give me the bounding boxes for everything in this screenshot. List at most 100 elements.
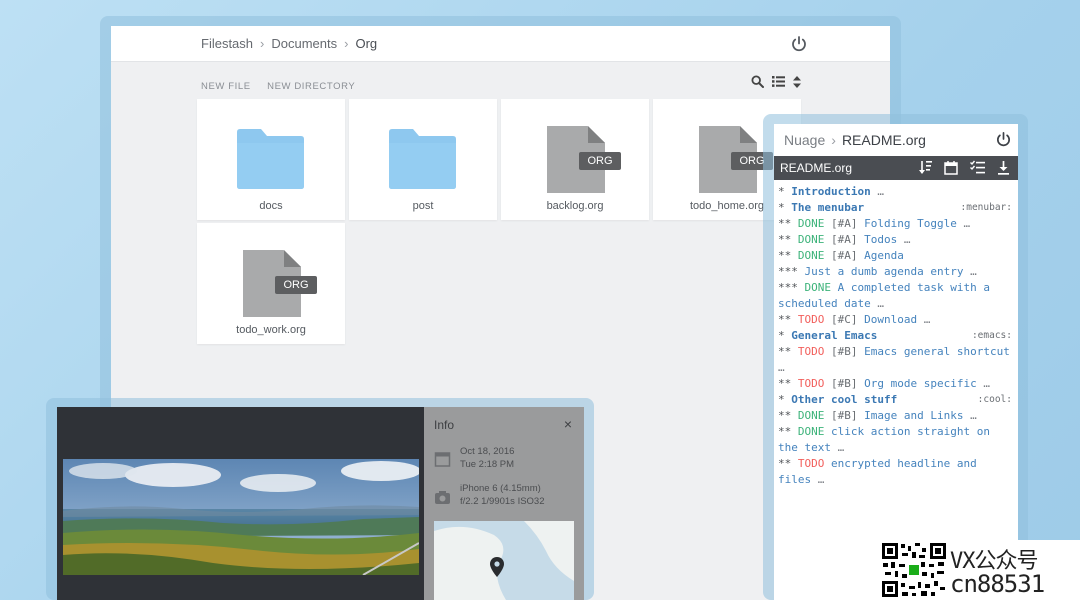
camera-meta: iPhone 6 (4.15mm) f/2.2 1/9901s ISO32: [460, 482, 545, 508]
org-headline[interactable]: ** DONE click action straight on the tex…: [778, 424, 1014, 456]
headline-tag: :cool:: [977, 394, 1012, 405]
breadcrumb-org[interactable]: Org: [355, 36, 377, 51]
org-headline[interactable]: * General Emacs:emacs:: [778, 328, 1014, 344]
headline-stars: **: [778, 313, 792, 326]
sort-down-icon[interactable]: [919, 160, 932, 175]
file-toolbar: NEW FILE NEW DIRECTORY: [201, 75, 801, 92]
headline-keyword: TODO: [797, 313, 825, 326]
breadcrumb-nuage[interactable]: Nuage: [784, 132, 825, 148]
qr-code-icon: [881, 542, 947, 598]
image-viewer-window: Info × Oct 18, 2016 Tue 2:18 PM iPhone 6…: [57, 407, 584, 600]
org-headline[interactable]: ** TODO [#B] Emacs general shortcut …: [778, 344, 1014, 376]
search-icon[interactable]: [751, 75, 764, 88]
headline-keyword: DONE: [797, 217, 825, 230]
calendar-icon[interactable]: [944, 160, 958, 175]
headline-stars: *: [778, 201, 785, 214]
org-headline[interactable]: * Introduction …: [778, 184, 1014, 200]
headline-ellipsis: …: [897, 233, 911, 246]
chevron-right-icon: ›: [344, 36, 349, 51]
folder-tile-post[interactable]: post: [349, 99, 497, 220]
headline-text: Introduction: [791, 185, 871, 198]
org-headline[interactable]: ** TODO [#C] Download …: [778, 312, 1014, 328]
folder-icon: [389, 129, 456, 189]
org-headline[interactable]: * Other cool stuff:cool:: [778, 392, 1014, 408]
tile-label: docs: [259, 200, 283, 212]
location-map[interactable]: [434, 521, 574, 600]
headline-keyword: DONE: [804, 281, 832, 294]
breadcrumb: Filestash › Documents › Org: [201, 36, 377, 51]
headline-priority: [#A]: [831, 233, 858, 246]
checklist-icon[interactable]: [970, 160, 985, 175]
headline-text: The menubar: [791, 201, 865, 214]
tile-label: todo_work.org: [236, 324, 306, 336]
headline-ellipsis: …: [963, 409, 977, 422]
new-directory-button[interactable]: NEW DIRECTORY: [267, 81, 355, 92]
tile-label: backlog.org: [546, 200, 604, 212]
camera-model: iPhone 6 (4.15mm): [460, 483, 541, 494]
camera-icon: [435, 491, 450, 504]
headline-keyword: TODO: [797, 377, 825, 390]
org-viewer-header: Nuage › README.org: [774, 124, 1018, 156]
breadcrumb-filestash[interactable]: Filestash: [201, 36, 253, 51]
headline-ellipsis: …: [956, 217, 971, 230]
download-icon[interactable]: [997, 160, 1010, 175]
date-meta: Oct 18, 2016 Tue 2:18 PM: [460, 445, 514, 471]
headline-text: Other cool stuff: [791, 393, 898, 406]
headline-stars: **: [778, 457, 792, 470]
headline-priority: [#B]: [831, 409, 858, 422]
org-headline[interactable]: ** DONE [#A] Agenda: [778, 248, 1014, 264]
headline-ellipsis: …: [963, 265, 977, 278]
org-viewer-window: Nuage › README.org README.org * Introduc…: [774, 124, 1018, 600]
headline-stars: *: [778, 329, 785, 342]
headline-stars: **: [778, 217, 792, 230]
map-pin-icon: [490, 557, 504, 577]
org-headline[interactable]: *** Just a dumb agenda entry …: [778, 264, 1014, 280]
headline-stars: **: [778, 425, 792, 438]
headline-stars: **: [778, 409, 792, 422]
file-tile-backlog[interactable]: ORG backlog.org: [501, 99, 649, 220]
breadcrumb-readme: README.org: [841, 132, 926, 148]
org-headline[interactable]: ** DONE [#A] Todos …: [778, 232, 1014, 248]
headline-stars: **: [778, 345, 792, 358]
watermark-line-2: cn88531: [950, 570, 1045, 598]
org-filename: README.org: [780, 161, 853, 175]
headline-priority: [#A]: [831, 217, 858, 230]
org-headline[interactable]: ** DONE [#A] Folding Toggle …: [778, 216, 1014, 232]
org-headline[interactable]: ** TODO encrypted headline and files …: [778, 456, 1014, 488]
list-view-icon[interactable]: [772, 76, 785, 87]
headline-stars: **: [778, 377, 792, 390]
headline-text: Folding Toggle: [864, 217, 957, 230]
breadcrumb-documents[interactable]: Documents: [271, 36, 337, 51]
headline-ellipsis: …: [917, 313, 931, 326]
view-tools: [751, 75, 801, 88]
org-headline[interactable]: ** DONE [#B] Image and Links …: [778, 408, 1014, 424]
org-headline[interactable]: * The menubar :menubar:: [778, 200, 1014, 216]
folder-icon: [237, 129, 304, 189]
headline-priority: [#C]: [831, 313, 858, 326]
headline-text: Emacs general shortcut: [864, 345, 1010, 358]
panorama-photo: [63, 459, 419, 575]
power-icon[interactable]: [790, 35, 808, 53]
power-icon[interactable]: [995, 131, 1012, 148]
calendar-icon: [434, 452, 451, 467]
tile-label: post: [412, 200, 434, 212]
headline-ellipsis: …: [870, 297, 884, 310]
headline-tag: :menubar:: [960, 202, 1012, 213]
org-file-icon: ORG: [699, 126, 773, 194]
folder-tile-docs[interactable]: docs: [197, 99, 345, 220]
headline-stars: **: [778, 249, 792, 262]
headline-keyword: TODO: [797, 457, 825, 470]
chevron-right-icon: ›: [831, 132, 836, 148]
headline-keyword: DONE: [797, 409, 825, 422]
new-file-button[interactable]: NEW FILE: [201, 81, 251, 92]
headline-text: Just a dumb agenda entry: [804, 265, 964, 278]
close-icon[interactable]: ×: [564, 416, 572, 432]
org-headline[interactable]: ** TODO [#B] Org mode specific …: [778, 376, 1014, 392]
org-document: * Introduction … * The menubar:menubar: **…: [778, 184, 1014, 488]
org-headline[interactable]: *** DONE A completed task with a schedul…: [778, 280, 1014, 312]
headline-text: Download: [864, 313, 918, 326]
file-tile-todo-work[interactable]: ORG todo_work.org: [197, 223, 345, 344]
org-file-icon: ORG: [243, 250, 317, 318]
sort-icon[interactable]: [793, 75, 801, 88]
headline-tag: :emacs:: [971, 330, 1012, 341]
